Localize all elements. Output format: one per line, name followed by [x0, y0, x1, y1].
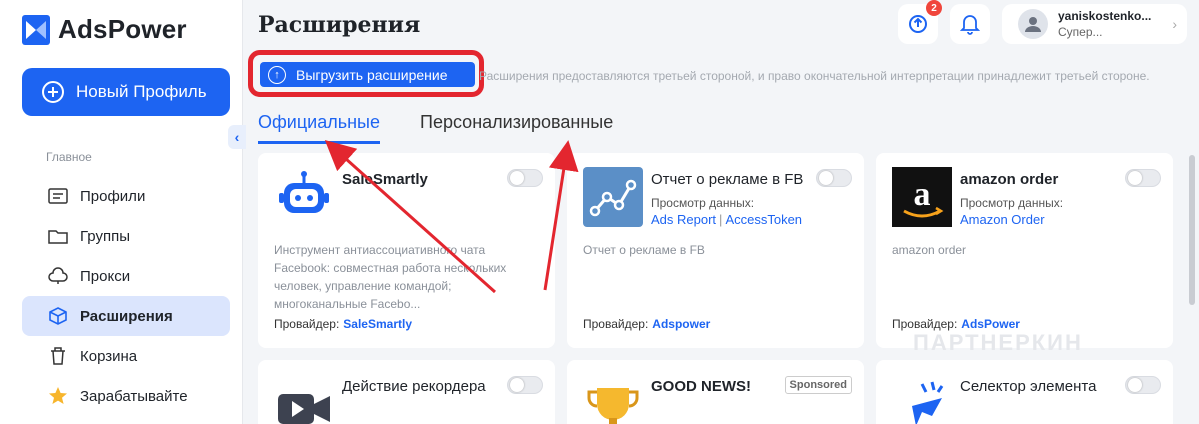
extension-provider: Провайдер: Adspower [583, 317, 710, 331]
extension-title: SaleSmartly [342, 171, 428, 188]
tabs: Официальные Персонализированные [258, 112, 613, 144]
extension-description: Инструмент антиассоциативного чата Faceb… [274, 243, 507, 311]
video-camera-icon [278, 394, 330, 424]
cloud-icon [48, 266, 68, 286]
ads-report-link[interactable]: Ads Report [651, 212, 716, 227]
sidebar-item-label: Профили [80, 187, 146, 205]
sidebar-item-label: Расширения [80, 307, 173, 325]
provider-name[interactable]: AdsPower [961, 317, 1020, 331]
third-party-notice: Расширения предоставляются третьей сторо… [479, 69, 1150, 83]
provider-name[interactable]: SaleSmartly [343, 317, 412, 331]
trash-icon [48, 346, 68, 366]
folder-icon [48, 226, 68, 246]
sync-icon [909, 15, 927, 33]
link-separator: | [719, 212, 723, 227]
sidebar-item-label: Корзина [80, 347, 138, 365]
chevron-right-icon: › [1172, 16, 1177, 32]
vertical-scrollbar[interactable] [1189, 155, 1195, 305]
cursor-click-icon [912, 381, 944, 424]
sidebar-item-groups[interactable]: Группы [22, 216, 230, 256]
app-logo[interactable]: AdsPower [22, 14, 187, 45]
data-view-label: Просмотр данных: [651, 196, 755, 210]
provider-label: Провайдер: [892, 317, 958, 331]
tab-custom[interactable]: Персонализированные [420, 112, 613, 144]
extension-card[interactable]: Действие рекордера [258, 360, 555, 424]
user-name: yaniskostenko... [1058, 9, 1152, 23]
extension-description: amazon order [892, 243, 967, 257]
upload-icon: ↑ [268, 65, 286, 84]
watermark: ПАРТНЕРКИН [913, 330, 1083, 355]
adspower-logo-icon [22, 14, 50, 45]
extension-description: Отчет о рекламе в FB [583, 243, 705, 257]
extension-title: Селектор элемента [960, 378, 1097, 395]
data-links: Amazon Order [960, 212, 1045, 227]
sponsored-badge: Sponsored [784, 376, 852, 394]
extension-card[interactable]: Отчет о рекламе в FB Просмотр данных: Ad… [567, 153, 864, 348]
extension-title: amazon order [960, 171, 1059, 188]
sync-button[interactable]: 2 [898, 0, 942, 44]
provider-name[interactable]: Adspower [652, 317, 710, 331]
star-icon [48, 386, 68, 406]
extension-provider: Провайдер: AdsPower [892, 317, 1020, 331]
sidebar-item-trash[interactable]: Корзина [22, 336, 230, 376]
sidebar-item-label: Прокси [80, 267, 131, 285]
robot-icon [279, 171, 329, 213]
sidebar-item-extensions[interactable]: Расширения [22, 296, 230, 336]
page-title: Расширения [258, 12, 421, 38]
analytics-chart-icon [583, 167, 643, 227]
access-token-link[interactable]: AccessToken [725, 212, 802, 227]
new-profile-label: Новый Профиль [76, 82, 207, 101]
extension-toggle[interactable] [507, 169, 543, 187]
chevron-left-icon: ‹ [234, 129, 240, 145]
trophy-icon [587, 388, 639, 424]
bell-icon [960, 15, 980, 35]
new-profile-button[interactable]: Новый Профиль [22, 68, 230, 116]
plus-icon [42, 81, 64, 103]
extension-title: Действие рекордера [342, 378, 486, 395]
extension-toggle[interactable] [1125, 376, 1161, 394]
data-links: Ads Report | AccessToken [651, 212, 802, 227]
extension-title: GOOD NEWS! [651, 378, 751, 395]
section-label: Главное [46, 150, 92, 164]
folder-list-icon [48, 186, 68, 206]
extension-card[interactable]: a amazon order Просмотр данных: Amazon O… [876, 153, 1173, 348]
sidebar-item-earn[interactable]: Зарабатывайте [22, 376, 230, 416]
svg-text:a: a [914, 176, 931, 213]
sidebar-item-proxy[interactable]: Прокси [22, 256, 230, 296]
data-view-label: Просмотр данных: [960, 196, 1064, 210]
sidebar-item-profiles[interactable]: Профили [22, 176, 230, 216]
logo-text: AdsPower [58, 14, 187, 44]
sidebar: AdsPower Новый Профиль ‹ Главное Профили… [0, 0, 246, 424]
upload-extension-label: Выгрузить расширение [296, 66, 448, 83]
amazon-logo-icon: a [892, 167, 952, 227]
extension-provider: Провайдер: SaleSmartly [274, 317, 412, 331]
cube-icon [48, 306, 68, 326]
extension-toggle[interactable] [1125, 169, 1161, 187]
notifications-button[interactable] [950, 4, 990, 44]
sidebar-item-label: Группы [80, 227, 130, 245]
notification-badge: 2 [926, 0, 942, 16]
extension-card[interactable]: GOOD NEWS! Sponsored [567, 360, 864, 424]
amazon-order-link[interactable]: Amazon Order [960, 212, 1045, 227]
extension-title: Отчет о рекламе в FB [651, 171, 804, 188]
top-actions: 2 yaniskostenko... Супер... › [898, 0, 1187, 44]
main-content: Расширения 2 yaniskostenko... Супер... ›… [243, 0, 1199, 424]
provider-label: Провайдер: [583, 317, 649, 331]
user-avatar-icon [1025, 17, 1041, 32]
extension-toggle[interactable] [507, 376, 543, 394]
user-role: Супер... [1058, 25, 1103, 39]
extension-card[interactable]: SaleSmartly Инструмент антиассоциативног… [258, 153, 555, 348]
extension-toggle[interactable] [816, 169, 852, 187]
extension-card[interactable]: Селектор элемента [876, 360, 1173, 424]
avatar [1018, 9, 1048, 39]
sidebar-item-label: Зарабатывайте [80, 387, 188, 405]
sidebar-nav: Профили Группы Прокси Расширения Корзина [22, 176, 230, 416]
tab-official[interactable]: Официальные [258, 112, 381, 144]
user-menu[interactable]: yaniskostenko... Супер... › [1002, 4, 1187, 44]
provider-label: Провайдер: [274, 317, 340, 331]
upload-extension-button[interactable]: ↑ Выгрузить расширение [260, 62, 475, 87]
